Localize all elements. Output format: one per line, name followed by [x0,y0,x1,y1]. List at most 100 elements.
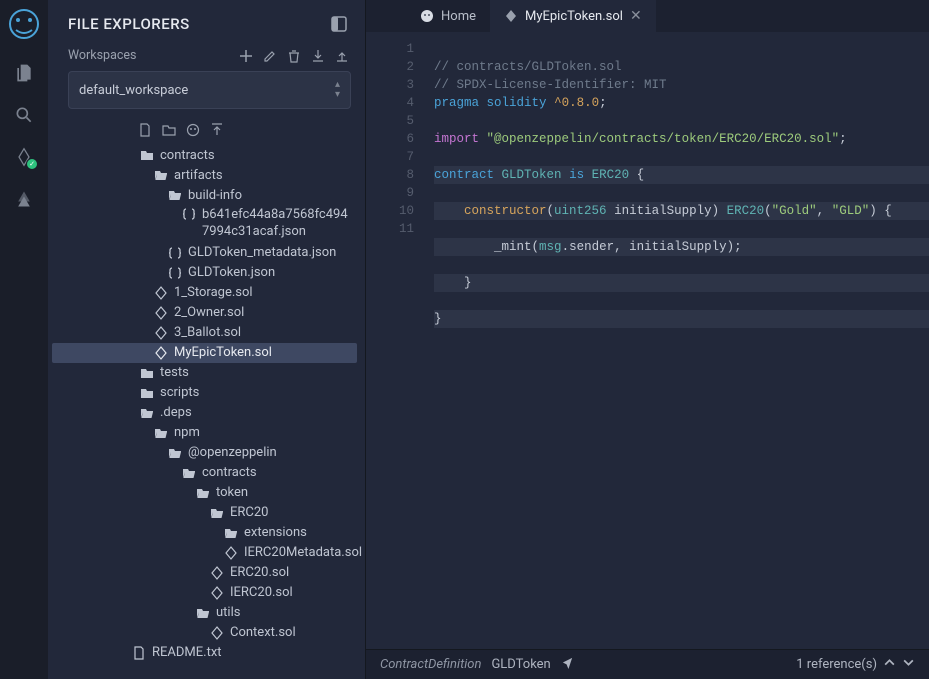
tree-item-label: 2_Owner.sol [174,305,244,320]
folder-icon [140,386,154,400]
tab-bar: Home MyEpicToken.sol ✕ [366,0,929,32]
tree-item[interactable]: artifacts [52,165,357,185]
folder-open-icon [196,486,210,500]
folder-open-icon [154,426,168,440]
workspaces-label: Workspaces [68,48,137,63]
tree-item-label: MyEpicToken.sol [174,345,272,360]
folder-open-icon [168,446,182,460]
line-gutter: 1234567891011 [366,32,426,649]
tree-item[interactable]: @openzeppelin [52,443,357,463]
tree-item[interactable]: contracts [52,145,357,165]
tree-item-label: artifacts [174,168,223,183]
tree-item-label: GLDToken_metadata.json [188,245,336,260]
tree-item[interactable]: utils [52,603,357,623]
tree-item-label: b641efc44a8a7568fc4947994c31acaf.json [202,207,351,241]
tree-item[interactable]: README.txt [52,643,357,663]
tab-file-label: MyEpicToken.sol [525,9,623,24]
tree-item[interactable]: 1_Storage.sol [52,283,357,303]
files-icon[interactable] [13,62,35,84]
tree-item[interactable]: b641efc44a8a7568fc4947994c31acaf.json [52,205,357,243]
tree-item[interactable]: Context.sol [52,623,357,643]
sol-icon [224,546,238,560]
tree-item-label: GLDToken.json [188,265,275,280]
status-name: GLDToken [491,657,550,672]
tree-item[interactable]: IERC20.sol [52,583,357,603]
folder-open-icon [140,406,154,420]
tree-item[interactable]: IERC20Metadata.sol [52,543,357,563]
tree-item-label: extensions [244,525,307,540]
tree-item[interactable]: MyEpicToken.sol [52,343,357,363]
workspace-selected: default_workspace [79,83,188,98]
tree-item[interactable]: 2_Owner.sol [52,303,357,323]
json-icon [168,246,182,260]
tree-item[interactable]: token [52,483,357,503]
deploy-icon[interactable] [13,188,35,210]
tree-item-label: ERC20 [230,505,268,520]
file-tree: contracts artifacts build-info b641efc44a8a… [48,143,365,679]
tree-item[interactable]: tests [52,363,357,383]
tree-item[interactable]: build-info [52,185,357,205]
workspace-select[interactable]: default_workspace ▴▾ [68,71,351,109]
tree-item-label: ERC20.sol [230,565,289,580]
download-workspace-icon[interactable] [311,49,325,63]
references-count[interactable]: 1 reference(s) [796,657,877,672]
remix-logo[interactable] [6,6,42,42]
tree-item[interactable]: GLDToken.json [52,263,357,283]
home-icon [420,9,434,23]
upload-workspace-icon[interactable] [335,49,349,63]
sol-icon [210,566,224,580]
tree-item[interactable]: ERC20.sol [52,563,357,583]
folder-icon [140,366,154,380]
tree-item-label: IERC20Metadata.sol [244,545,362,560]
sol-icon [154,346,168,360]
solidity-file-icon [504,9,518,23]
tree-item[interactable]: scripts [52,383,357,403]
tree-item[interactable]: .deps [52,403,357,423]
folder-open-icon [210,506,224,520]
folder-open-icon [196,606,210,620]
sol-icon [210,586,224,600]
tree-item-label: Context.sol [230,625,296,640]
close-tab-icon[interactable]: ✕ [630,8,642,24]
gist-icon[interactable] [186,123,200,137]
search-icon[interactable] [13,104,35,126]
activity-bar [0,0,48,679]
tree-item-label: contracts [202,465,257,480]
tree-item[interactable]: 3_Ballot.sol [52,323,357,343]
tree-item[interactable]: contracts [52,463,357,483]
tab-file[interactable]: MyEpicToken.sol ✕ [490,0,656,32]
sol-icon [154,286,168,300]
new-folder-icon[interactable] [162,123,176,137]
new-file-icon[interactable] [138,123,152,137]
tree-item-label: build-info [188,188,242,203]
tree-item[interactable]: GLDToken_metadata.json [52,243,357,263]
file-explorer-panel: FILE EXPLORERS Workspaces default_worksp… [48,0,366,679]
tree-item-label: npm [174,425,200,440]
rename-workspace-icon[interactable] [263,49,277,63]
share-icon[interactable] [561,656,574,673]
tree-item[interactable]: npm [52,423,357,443]
solidity-compiler-icon[interactable] [13,146,35,168]
create-workspace-icon[interactable] [239,49,253,63]
tree-item-label: README.txt [152,645,222,660]
editor-area: Home MyEpicToken.sol ✕ 1234567891011 // … [366,0,929,679]
json-icon [182,207,196,221]
tab-home[interactable]: Home [406,0,490,32]
status-bar: ContractDefinition GLDToken 1 reference(… [366,649,929,679]
upload-file-icon[interactable] [210,123,224,137]
folder-open-icon [154,168,168,182]
tree-item-label: scripts [160,385,199,400]
delete-workspace-icon[interactable] [287,49,301,63]
code-content[interactable]: // contracts/GLDToken.sol // SPDX-Licens… [426,32,929,649]
status-kind: ContractDefinition [380,657,481,672]
tree-item[interactable]: extensions [52,523,357,543]
chevron-down-icon[interactable] [902,656,915,673]
code-editor[interactable]: 1234567891011 // contracts/GLDToken.sol … [366,32,929,649]
tree-item[interactable]: ERC20 [52,503,357,523]
compile-success-badge [26,158,38,170]
chevron-up-icon[interactable] [883,656,896,673]
tree-item-label: .deps [160,405,192,420]
collapse-panel-icon[interactable] [329,14,349,34]
tab-home-label: Home [441,9,476,24]
tree-item-label: contracts [160,148,215,163]
